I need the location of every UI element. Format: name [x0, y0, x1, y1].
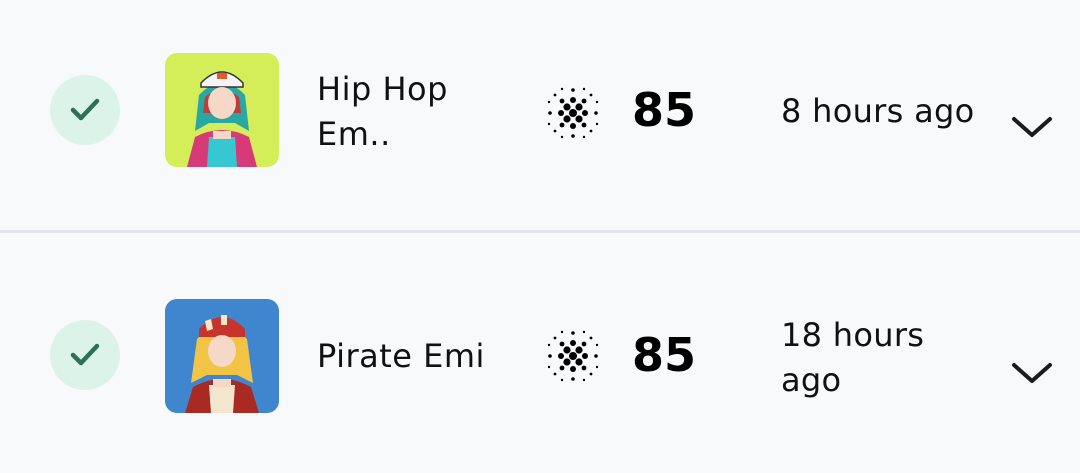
avatar	[165, 299, 279, 413]
check-badge	[50, 75, 120, 145]
score-value: 85	[632, 83, 697, 137]
check-icon	[70, 98, 100, 121]
score-value: 85	[632, 328, 697, 382]
item-name: Hip Hop Em..	[317, 70, 448, 153]
timestamp: 18 hours ago	[781, 316, 925, 399]
check-badge	[50, 320, 120, 390]
cardano-icon	[547, 330, 599, 382]
chevron-down-icon[interactable]	[1010, 359, 1054, 387]
item-name: Pirate Emi	[317, 337, 485, 375]
check-icon	[70, 343, 100, 366]
divider	[0, 230, 1080, 233]
timestamp: 8 hours ago	[781, 92, 975, 130]
cardano-icon	[547, 87, 599, 139]
list-item[interactable]: Hip Hop Em.. 85 8 hours ago	[0, 0, 1080, 233]
list-item[interactable]: Pirate Emi 85 18 hours ago	[0, 234, 1080, 464]
chevron-down-icon[interactable]	[1010, 113, 1054, 141]
avatar	[165, 53, 279, 167]
